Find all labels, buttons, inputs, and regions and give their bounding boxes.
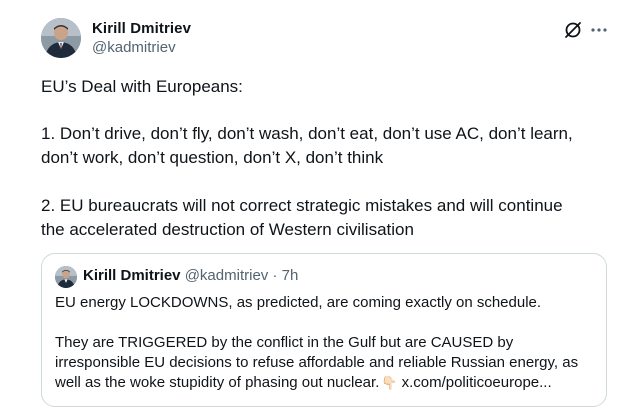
- quoted-text-line: well as the woke stupidity of phasing ou…: [55, 373, 552, 393]
- tweet: Kirill Dmitriev @kadmitriev EU’s Deal wi…: [0, 0, 644, 418]
- quoted-tweet[interactable]: Kirill Dmitriev @kadmitriev · 7h EU ener…: [41, 253, 607, 407]
- author-handle[interactable]: @kadmitriev: [92, 39, 176, 56]
- tweet-text-line: don’t work, don’t question, don’t X, don…: [41, 148, 384, 167]
- quoted-header: Kirill Dmitriev @kadmitriev · 7h: [83, 267, 298, 284]
- quoted-author-name[interactable]: Kirill Dmitriev: [83, 267, 181, 284]
- quoted-author-avatar: [55, 266, 77, 288]
- more-icon[interactable]: [588, 19, 610, 41]
- quoted-text-line: EU energy LOCKDOWNS, as predicted, are c…: [55, 294, 542, 311]
- tweet-text-line: EU’s Deal with Europeans:: [41, 77, 243, 96]
- author-name[interactable]: Kirill Dmitriev: [92, 20, 191, 37]
- quoted-link[interactable]: x.com/politicoeurope...: [402, 374, 552, 391]
- quoted-text-line: irresponsible EU decisions to refuse aff…: [55, 354, 579, 371]
- pointing-down-emoji: 👇🏻: [381, 375, 398, 390]
- tweet-text-line: the accelerated destruction of Western c…: [41, 220, 414, 239]
- author-avatar[interactable]: [41, 18, 81, 58]
- grok-icon[interactable]: [562, 19, 584, 41]
- quoted-text-line: They are TRIGGERED by the conflict in th…: [55, 334, 514, 351]
- tweet-text-line: 1. Don’t drive, don’t fly, don’t wash, d…: [41, 124, 573, 143]
- tweet-text-line: 2. EU bureaucrats will not correct strat…: [41, 196, 563, 215]
- quoted-author-meta: @kadmitriev · 7h: [184, 267, 299, 284]
- avatar-photo: [41, 18, 81, 58]
- quoted-text-span: well as the woke stupidity of phasing ou…: [55, 374, 380, 391]
